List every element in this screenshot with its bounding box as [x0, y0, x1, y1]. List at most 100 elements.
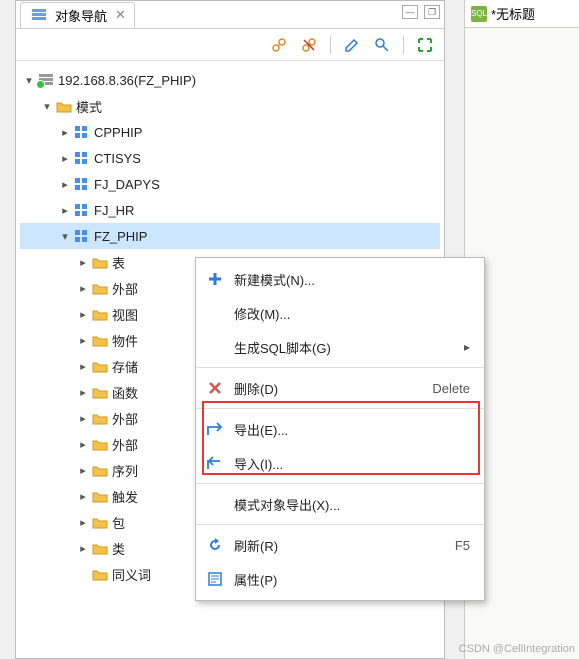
schema-label: FJ_DAPYS [94, 177, 160, 192]
chevron-right-icon[interactable]: ▸ [76, 360, 90, 373]
chevron-right-icon[interactable]: ▸ [76, 490, 90, 503]
sql-tab-title: *无标题 [491, 4, 535, 23]
expand-icon[interactable] [416, 36, 434, 54]
subfolder-label: 触发 [112, 487, 138, 506]
menu-label: 修改(M)... [234, 304, 470, 323]
search-icon[interactable] [373, 36, 391, 54]
toolbar-separator [403, 36, 404, 54]
tree-schema-selected[interactable]: ▾FZ_PHIP [20, 223, 440, 249]
unlink-icon[interactable] [300, 36, 318, 54]
toolbar-separator [330, 36, 331, 54]
chevron-right-icon[interactable]: ▸ [76, 438, 90, 451]
menu-shortcut: Delete [432, 381, 470, 396]
context-menu: 新建模式(N)... 修改(M)... 生成SQL脚本(G) ▸ 删除(D) D… [195, 257, 485, 601]
menu-separator [196, 524, 484, 525]
menu-refresh[interactable]: 刷新(R) F5 [196, 528, 484, 562]
chevron-down-icon[interactable]: ▾ [40, 100, 54, 113]
subfolder-label: 存储 [112, 357, 138, 376]
sql-icon: SQL [471, 6, 487, 22]
export-icon [204, 420, 226, 438]
menu-gen-sql[interactable]: 生成SQL脚本(G) ▸ [196, 330, 484, 364]
folder-icon [92, 411, 108, 425]
navigator-icon [31, 8, 47, 22]
subfolder-label: 外部 [112, 409, 138, 428]
tree-schema[interactable]: ▸CPPHIP [20, 119, 440, 145]
tree-schema[interactable]: ▸ FJ_HR [20, 197, 440, 223]
menu-label: 新建模式(N)... [234, 270, 470, 289]
schema-label: CTISYS [94, 151, 141, 166]
chevron-down-icon[interactable]: ▾ [22, 74, 36, 87]
chevron-right-icon[interactable]: ▸ [76, 282, 90, 295]
menu-label: 导出(E)... [234, 420, 470, 439]
tab-bar: 对象导航 ✕ — ❐ [16, 1, 444, 29]
tree-mode[interactable]: ▾ 模式 [20, 93, 440, 119]
chevron-right-icon[interactable]: ▸ [76, 256, 90, 269]
chevron-right-icon[interactable]: ▸ [76, 386, 90, 399]
menu-schema-export[interactable]: 模式对象导出(X)... [196, 487, 484, 521]
edit-icon[interactable] [343, 36, 361, 54]
tree-root[interactable]: ▾ 192.168.8.36(FZ_PHIP) [20, 67, 440, 93]
close-icon[interactable]: ✕ [115, 7, 126, 23]
menu-delete[interactable]: 删除(D) Delete [196, 371, 484, 405]
folder-open-icon [56, 99, 72, 113]
folder-icon [92, 437, 108, 451]
menu-new-schema[interactable]: 新建模式(N)... [196, 262, 484, 296]
chevron-right-icon[interactable]: ▸ [76, 412, 90, 425]
menu-separator [196, 408, 484, 409]
subfolder-label: 外部 [112, 435, 138, 454]
subfolder-label: 包 [112, 513, 125, 532]
chevron-right-icon[interactable]: ▸ [76, 516, 90, 529]
menu-import[interactable]: 导入(I)... [196, 446, 484, 480]
tab-title: 对象导航 [55, 6, 107, 25]
schema-icon [74, 125, 90, 139]
toolbar [16, 29, 444, 61]
restore-icon[interactable]: ❐ [424, 5, 440, 19]
subfolder-label: 物件 [112, 331, 138, 350]
delete-icon [204, 379, 226, 397]
schema-icon [74, 151, 90, 165]
chevron-right-icon[interactable]: ▸ [76, 334, 90, 347]
folder-icon [92, 385, 108, 399]
menu-export[interactable]: 导出(E)... [196, 412, 484, 446]
refresh-icon [204, 536, 226, 554]
chevron-right-icon[interactable]: ▸ [76, 464, 90, 477]
menu-modify[interactable]: 修改(M)... [196, 296, 484, 330]
chevron-right-icon[interactable]: ▸ [58, 204, 72, 217]
menu-separator [196, 367, 484, 368]
subfolder-label: 外部 [112, 279, 138, 298]
minimize-icon[interactable]: — [402, 5, 418, 19]
subfolder-label: 类 [112, 539, 125, 558]
chevron-right-icon[interactable] [76, 568, 90, 580]
chevron-right-icon[interactable]: ▸ [76, 308, 90, 321]
schema-icon [74, 177, 90, 191]
plus-icon [204, 270, 226, 288]
folder-icon [92, 307, 108, 321]
menu-label: 删除(D) [234, 379, 424, 398]
root-label: 192.168.8.36(FZ_PHIP) [58, 73, 196, 88]
schema-icon [74, 229, 90, 243]
chevron-right-icon[interactable]: ▸ [58, 178, 72, 191]
schema-label: FJ_HR [94, 203, 134, 218]
object-navigator-tab[interactable]: 对象导航 ✕ [20, 2, 135, 28]
menu-shortcut: F5 [455, 538, 470, 553]
chevron-right-icon[interactable]: ▸ [58, 152, 72, 165]
import-icon [204, 454, 226, 472]
chevron-down-icon[interactable]: ▾ [58, 230, 72, 243]
menu-properties[interactable]: 属性(P) [196, 562, 484, 596]
subfolder-label: 函数 [112, 383, 138, 402]
sql-editor-tab[interactable]: SQL *无标题 [465, 0, 579, 28]
folder-icon [92, 281, 108, 295]
chevron-right-icon: ▸ [464, 340, 470, 354]
menu-label: 模式对象导出(X)... [234, 495, 470, 514]
folder-icon [92, 255, 108, 269]
link-icon[interactable] [270, 36, 288, 54]
tree-schema[interactable]: ▸ CTISYS [20, 145, 440, 171]
folder-icon [92, 463, 108, 477]
folder-icon [92, 333, 108, 347]
chevron-right-icon[interactable]: ▸ [58, 126, 72, 139]
chevron-right-icon[interactable]: ▸ [76, 542, 90, 555]
folder-icon [92, 489, 108, 503]
tree-schema[interactable]: ▸ FJ_DAPYS [20, 171, 440, 197]
menu-label: 属性(P) [234, 570, 470, 589]
menu-separator [196, 483, 484, 484]
